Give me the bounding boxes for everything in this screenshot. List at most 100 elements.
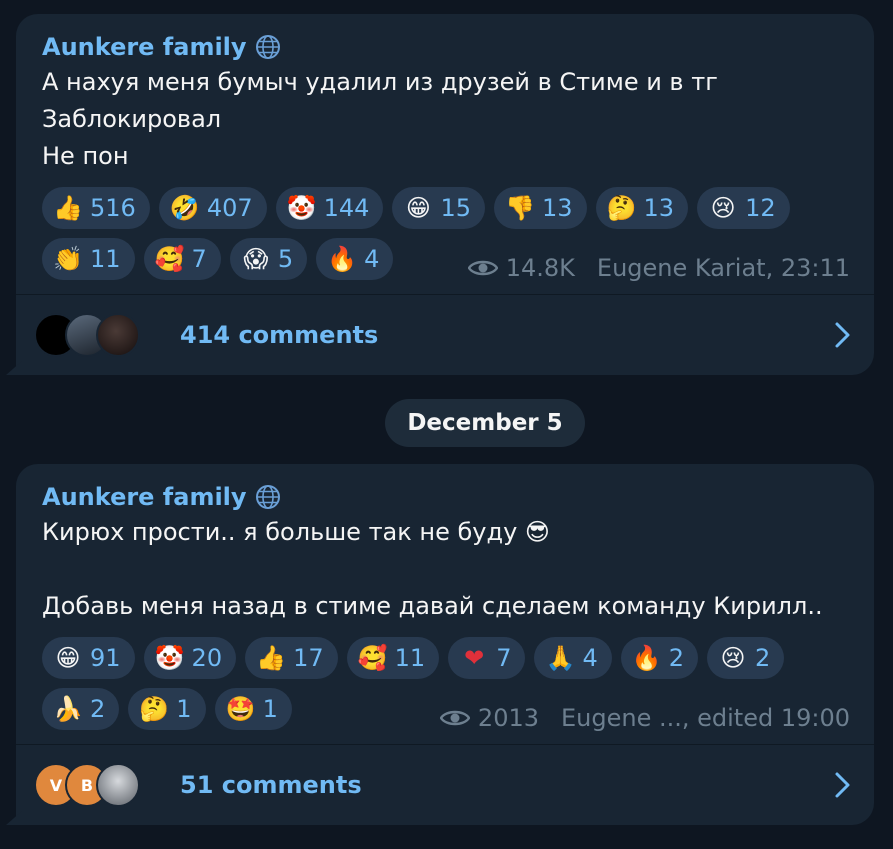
message-text-line: А нахуя меня бумыч удалил из друзей в Ст… <box>42 68 718 96</box>
comments-count-label: 51 comments <box>180 771 362 799</box>
divider <box>16 744 874 745</box>
reaction-chip[interactable]: 🤔 1 <box>128 688 206 730</box>
clown-icon: 🤡 <box>154 644 185 672</box>
author-time: Eugene ..., edited 19:00 <box>561 704 850 732</box>
bubble-tail <box>6 361 22 375</box>
channel-post[interactable]: Aunkere family А нахуя меня бумыч удалил… <box>6 14 874 375</box>
reaction-count: 1 <box>262 695 278 723</box>
avatar <box>96 763 140 807</box>
reaction-chip[interactable]: 🥰 11 <box>346 637 440 679</box>
reaction-count: 2 <box>755 644 771 672</box>
reaction-count: 516 <box>90 194 136 222</box>
reaction-count: 4 <box>364 245 380 273</box>
thumbs-down-icon: 👎 <box>505 194 535 222</box>
views-eye-icon <box>439 710 470 726</box>
channel-post[interactable]: Aunkere family Кирюх прости.. я больше т… <box>6 464 874 825</box>
pray-icon: 🙏 <box>545 644 576 672</box>
reaction-count: 7 <box>496 644 512 672</box>
scream-icon: 😱 <box>243 245 269 273</box>
reaction-chip[interactable]: 😢 12 <box>697 187 790 229</box>
views-count: 2013 <box>477 704 539 732</box>
reaction-count: 20 <box>191 644 223 672</box>
reaction-chip[interactable]: 🤣 407 <box>158 187 267 229</box>
smiling-hearts-icon: 🥰 <box>357 644 388 672</box>
thumbs-up-icon: 👍 <box>53 194 83 222</box>
comments-count-label: 414 comments <box>180 321 379 349</box>
reaction-chip[interactable]: 🙏 4 <box>534 637 612 679</box>
avatar <box>96 313 140 357</box>
channel-feed: Aunkere family А нахуя меня бумыч удалил… <box>0 0 893 849</box>
channel-name-label: Aunkere family <box>42 483 247 511</box>
reaction-count: 5 <box>277 245 294 273</box>
crying-icon: 😢 <box>710 194 736 222</box>
message-meta: 2013 Eugene ..., edited 19:00 <box>439 704 850 732</box>
comments-button[interactable]: 414 comments <box>34 305 852 365</box>
reaction-count: 15 <box>440 194 471 222</box>
heart-icon: ❤ <box>464 644 485 672</box>
message-text-line: Кирюх прости.. я больше так не буду 😎 <box>42 518 550 546</box>
message-meta: 14.8K Eugene Kariat, 23:11 <box>467 254 850 282</box>
reaction-count: 4 <box>582 644 598 672</box>
reaction-chip[interactable]: 😁 15 <box>392 187 485 229</box>
reaction-chip[interactable]: 🤡 20 <box>143 637 237 679</box>
reaction-count: 2 <box>90 695 106 723</box>
reaction-count: 13 <box>643 194 675 222</box>
reaction-chip[interactable]: 🥰 7 <box>143 238 221 280</box>
reaction-chip[interactable]: ❤ 7 <box>448 637 526 679</box>
reaction-count: 11 <box>90 245 121 273</box>
smiling-hearts-icon: 🥰 <box>154 245 185 273</box>
reaction-count: 144 <box>323 194 370 222</box>
globe-icon <box>255 35 280 59</box>
fire-icon: 🔥 <box>327 245 358 273</box>
reaction-chip[interactable]: 😁 91 <box>42 637 135 679</box>
reaction-chip[interactable]: 🤔 13 <box>595 187 689 229</box>
crying-icon: 😢 <box>720 644 746 672</box>
message-text-line: Не пон <box>42 142 129 170</box>
reaction-chip[interactable]: 🔥 2 <box>620 637 699 679</box>
date-separator: December 5 <box>385 399 585 447</box>
message-text-line: Заблокировал <box>42 105 222 133</box>
comments-button[interactable]: V B 51 comments <box>34 755 852 815</box>
banana-icon: 🍌 <box>53 695 83 723</box>
reaction-chip[interactable]: 🤩 1 <box>214 688 292 730</box>
reaction-chip[interactable]: 🔥 4 <box>316 238 394 280</box>
reaction-chip[interactable]: 😢 2 <box>707 637 785 679</box>
thinking-icon: 🤔 <box>606 194 637 222</box>
reaction-count: 11 <box>394 644 426 672</box>
divider <box>16 294 874 295</box>
message-text-line <box>42 551 850 588</box>
thumbs-up-icon: 👍 <box>256 644 287 672</box>
rofl-icon: 🤣 <box>169 194 200 222</box>
channel-name[interactable]: Aunkere family <box>42 480 850 514</box>
bubble-tail <box>6 811 22 825</box>
channel-name[interactable]: Aunkere family <box>42 30 850 64</box>
views-eye-icon <box>467 260 498 276</box>
commenter-avatars: V B <box>34 763 162 807</box>
commenter-avatars <box>34 313 162 357</box>
reaction-count: 12 <box>745 194 776 222</box>
reaction-chip[interactable]: 👍 516 <box>42 187 150 229</box>
clapping-icon: 👏 <box>53 245 83 273</box>
reaction-count: 407 <box>206 194 253 222</box>
reaction-chip[interactable]: 👍 17 <box>245 637 338 679</box>
reaction-chip[interactable]: 👏 11 <box>42 238 135 280</box>
reaction-chip[interactable]: 😱 5 <box>229 238 308 280</box>
message-text-line: Добавь меня назад в стиме давай сделаем … <box>42 592 823 620</box>
channel-name-label: Aunkere family <box>42 33 247 61</box>
author-time: Eugene Kariat, 23:11 <box>596 254 850 282</box>
reaction-chip[interactable]: 🤡 144 <box>275 187 384 229</box>
globe-icon <box>255 485 280 509</box>
reaction-count: 91 <box>90 644 121 672</box>
reaction-count: 13 <box>541 194 573 222</box>
views-count: 14.8K <box>505 254 575 282</box>
reaction-count: 1 <box>176 695 192 723</box>
reaction-count: 2 <box>668 644 685 672</box>
fire-icon: 🔥 <box>631 644 662 672</box>
grin-icon: 😁 <box>55 644 81 672</box>
grin-icon: 😁 <box>405 194 431 222</box>
star-struck-icon: 🤩 <box>225 695 256 723</box>
chevron-right-icon <box>835 772 850 798</box>
reaction-count: 7 <box>191 245 207 273</box>
reaction-chip[interactable]: 👎 13 <box>493 187 587 229</box>
reaction-chip[interactable]: 🍌 2 <box>42 688 120 730</box>
